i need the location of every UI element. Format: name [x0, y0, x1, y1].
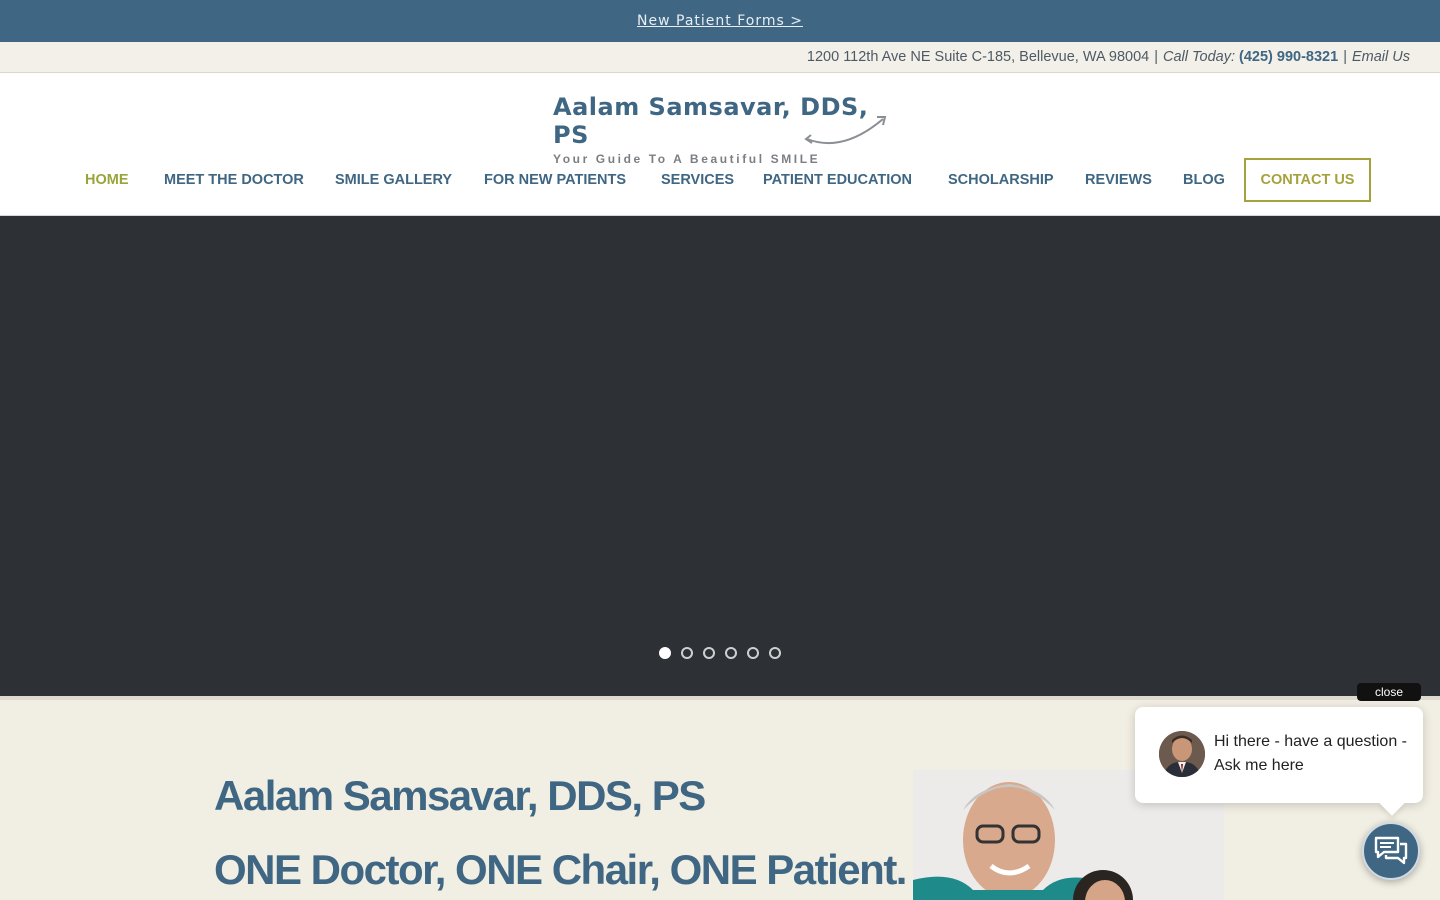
address-text: 1200 112th Ave NE Suite C-185, Bellevue,… — [806, 49, 1150, 65]
chat-close-button[interactable]: close — [1357, 683, 1421, 701]
contact-us-button[interactable]: CONTACT US — [1244, 158, 1371, 202]
slider-dot[interactable] — [769, 647, 781, 659]
separator: | — [1154, 49, 1159, 65]
practice-heading: Aalam Samsavar, DDS, PS — [214, 772, 706, 819]
chat-launcher-button[interactable] — [1362, 822, 1420, 880]
nav-home[interactable]: HOME — [85, 158, 129, 202]
phone-link[interactable]: (425) 990-8321 — [1239, 49, 1338, 65]
nav-patient-education[interactable]: PATIENT EDUCATION — [763, 158, 912, 202]
nav-blog[interactable]: BLOG — [1183, 158, 1225, 202]
slider-dot[interactable] — [659, 647, 671, 659]
contact-info-bar: 1200 112th Ave NE Suite C-185, Bellevue,… — [0, 42, 1440, 73]
slider-dots — [659, 647, 781, 659]
site-logo[interactable]: Aalam Samsavar, DDS, PS Your Guide To A … — [553, 93, 893, 166]
email-link[interactable]: Email Us — [1352, 49, 1410, 65]
smile-arrow-icon — [804, 116, 887, 145]
main-nav: HOME MEET THE DOCTOR SMILE GALLERY FOR N… — [0, 158, 1440, 202]
nav-reviews[interactable]: REVIEWS — [1085, 158, 1152, 202]
avatar-icon — [1159, 731, 1205, 777]
site-header: Aalam Samsavar, DDS, PS Your Guide To A … — [0, 73, 1440, 216]
separator: | — [1343, 49, 1347, 65]
chat-prompt[interactable]: Hi there - have a question - Ask me here — [1135, 707, 1423, 803]
chat-icon — [1374, 836, 1408, 865]
chat-avatar — [1159, 731, 1205, 777]
hero-slider — [0, 216, 1440, 696]
nav-smile-gallery[interactable]: SMILE GALLERY — [335, 158, 452, 202]
nav-scholarship[interactable]: SCHOLARSHIP — [948, 158, 1054, 202]
nav-meet-the-doctor[interactable]: MEET THE DOCTOR — [164, 158, 304, 202]
slider-dot[interactable] — [681, 647, 693, 659]
slider-dot[interactable] — [703, 647, 715, 659]
nav-services[interactable]: SERVICES — [661, 158, 734, 202]
chat-message: Hi there - have a question - Ask me here — [1214, 733, 1407, 774]
call-label: Call Today: — [1163, 49, 1236, 65]
slider-dot[interactable] — [725, 647, 737, 659]
motto-heading: ONE Doctor, ONE Chair, ONE Patient. — [214, 846, 907, 893]
nav-for-new-patients[interactable]: FOR NEW PATIENTS — [484, 158, 626, 202]
slider-dot[interactable] — [747, 647, 759, 659]
new-patient-forms-bar: New Patient Forms > — [0, 0, 1440, 42]
new-patient-forms-link[interactable]: New Patient Forms > — [637, 13, 803, 29]
